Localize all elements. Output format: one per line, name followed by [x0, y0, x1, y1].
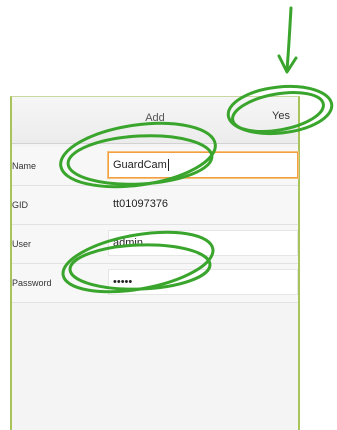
- gid-label: GID: [12, 200, 29, 210]
- password-input[interactable]: •••••: [108, 269, 298, 295]
- gid-row: GID tt01097376: [12, 186, 298, 225]
- yes-button[interactable]: Yes: [272, 110, 290, 122]
- page-title: Add: [145, 112, 165, 124]
- user-row: User admin: [12, 225, 298, 264]
- arrow-icon: [285, 6, 293, 72]
- password-label: Password: [12, 278, 52, 288]
- title-bar: Add Yes: [12, 97, 298, 144]
- screenshot-stage: Add Yes Name GuardCam GID tt01097376 Use…: [0, 0, 337, 430]
- password-row: Password •••••: [12, 264, 298, 303]
- add-camera-screen: Add Yes Name GuardCam GID tt01097376 Use…: [10, 96, 300, 430]
- name-value: GuardCam: [113, 159, 167, 171]
- name-row: Name GuardCam: [12, 147, 298, 186]
- gid-value: tt01097376: [113, 198, 169, 210]
- user-label: User: [12, 239, 32, 249]
- arrowhead-icon: [277, 54, 298, 74]
- name-input[interactable]: GuardCam: [108, 152, 298, 178]
- camera-form: Name GuardCam GID tt01097376 User admin …: [12, 147, 298, 303]
- text-caret: [167, 159, 169, 172]
- name-label: Name: [12, 161, 37, 171]
- user-input[interactable]: admin: [108, 230, 298, 256]
